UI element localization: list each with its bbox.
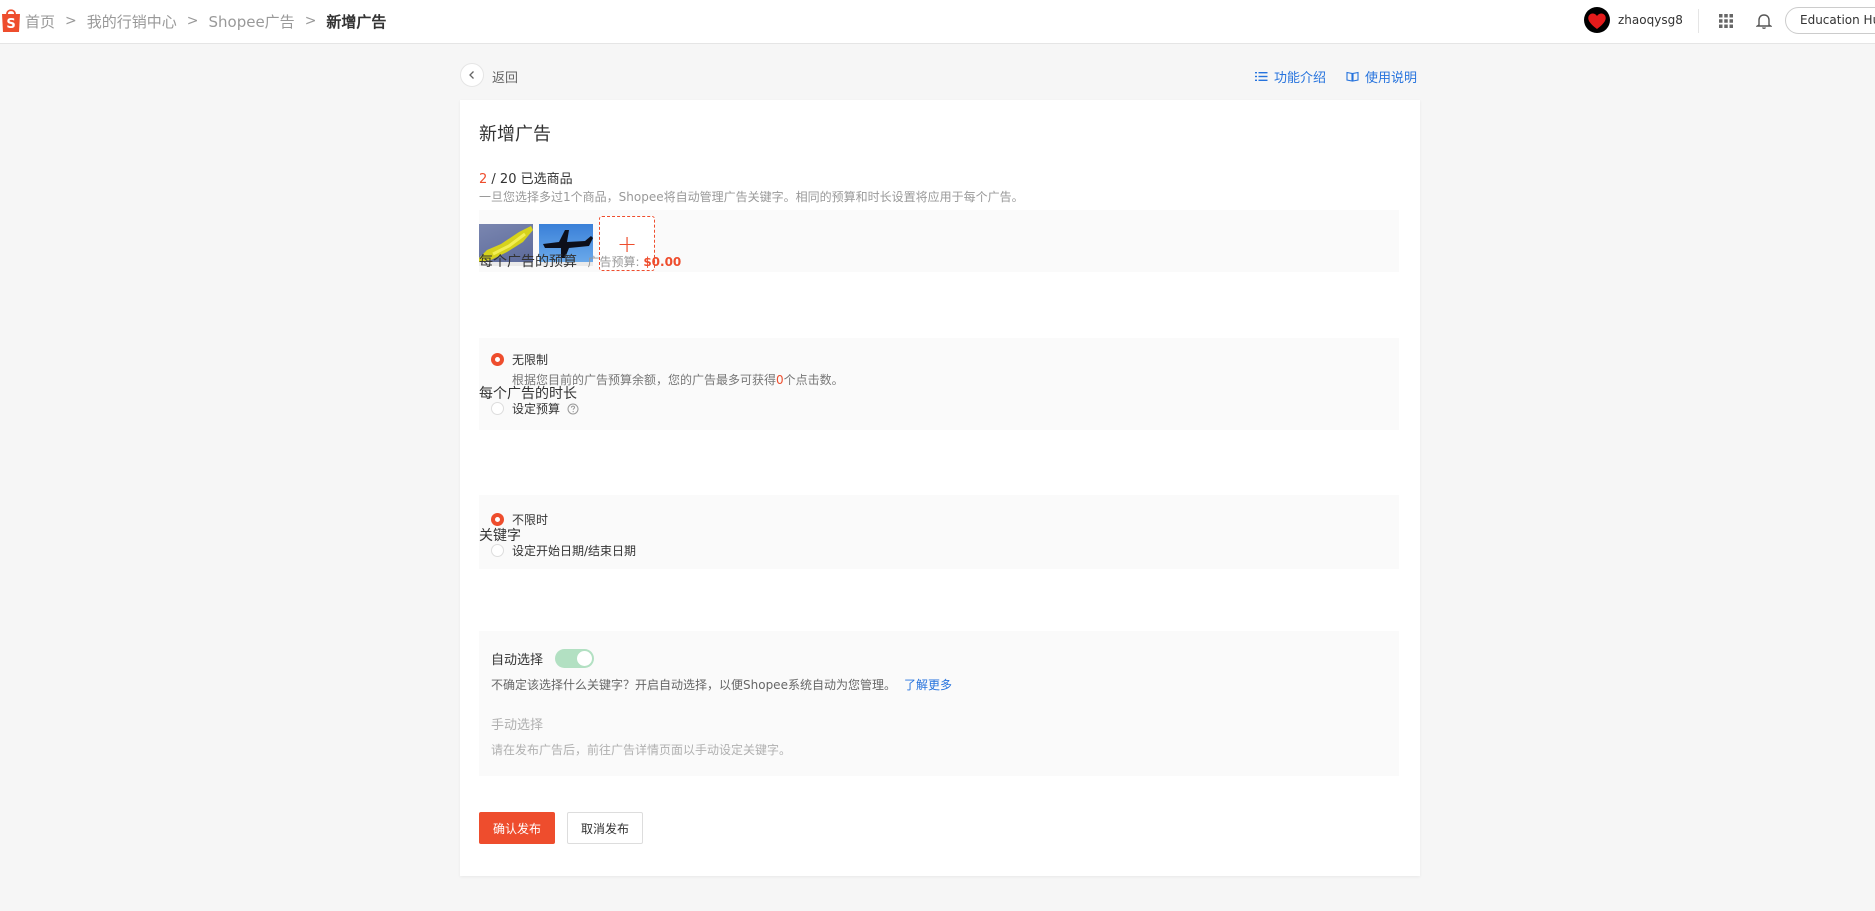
keywords-panel: 自动选择 不确定该选择什么关键字？开启自动选择，以便Shopee系统自动为您管理… — [479, 631, 1399, 776]
duration-set-dates-label: 设定开始日期/结束日期 — [512, 544, 637, 558]
chevron-right-icon: > — [65, 13, 77, 29]
cancel-publish-button[interactable]: 取消发布 — [567, 812, 643, 844]
breadcrumb-home[interactable]: 首页 — [25, 11, 55, 32]
radio-unselected-icon[interactable] — [491, 402, 504, 415]
budget-hint: 广告预算: $0.00 — [587, 255, 681, 269]
radio-unselected-icon[interactable] — [491, 544, 504, 557]
page-title: 新增广告 — [479, 124, 551, 145]
breadcrumb-shopee-ads[interactable]: Shopee广告 — [209, 11, 295, 32]
bell-icon[interactable] — [1755, 12, 1773, 34]
chevron-right-icon: > — [186, 13, 199, 29]
keywords-auto-label: 自动选择 — [491, 653, 544, 668]
keywords-auto-desc-text: 不确定该选择什么关键字？开启自动选择，以便Shopee系统自动为您管理。 — [491, 678, 896, 692]
keywords-manual-label: 手动选择 — [491, 718, 544, 733]
user-menu[interactable]: zhaoqysg8 — [1584, 7, 1683, 33]
budget-unlimited-label: 无限制 — [512, 353, 549, 367]
divider — [1698, 9, 1699, 33]
budget-title: 每个广告的预算 — [479, 254, 577, 270]
duration-panel: 不限时 设定开始日期/结束日期 — [479, 495, 1399, 569]
keywords-auto-toggle[interactable] — [555, 649, 595, 668]
avatar[interactable] — [1584, 7, 1610, 33]
learn-more-link[interactable]: 了解更多 — [904, 678, 952, 692]
radio-selected-icon[interactable] — [491, 353, 504, 366]
duration-section-title: 每个广告的时长 — [479, 386, 577, 402]
selected-count-total: / 20 已选商品 — [487, 172, 573, 187]
shopee-logo-icon[interactable]: S — [0, 7, 22, 33]
username[interactable]: zhaoqysg8 — [1618, 13, 1683, 27]
chevron-right-icon: > — [304, 13, 317, 29]
toggle-knob — [577, 651, 593, 666]
book-icon — [1346, 71, 1359, 82]
usage-guide-label: 使用说明 — [1365, 71, 1418, 86]
budget-panel: 无限制 根据您目前的广告预算余额，您的广告最多可获得0个点击数。 设定预算 — [479, 338, 1399, 430]
keywords-auto-desc: 不确定该选择什么关键字？开启自动选择，以便Shopee系统自动为您管理。 了解更多 — [491, 676, 952, 693]
keywords-manual-desc: 请在发布广告后，前往广告详情页面以手动设定关键字。 — [491, 743, 792, 757]
feature-intro-link[interactable]: 功能介绍 — [1255, 67, 1326, 86]
chevron-left-icon — [469, 71, 474, 79]
apps-grid-icon[interactable] — [1718, 13, 1734, 33]
breadcrumb-current: 新增广告 — [326, 12, 387, 31]
help-question-icon[interactable] — [567, 403, 579, 415]
selected-products-count: 2 / 20 已选商品 — [479, 168, 573, 187]
logo-letter: S — [6, 17, 15, 32]
back-button[interactable] — [460, 63, 484, 87]
selected-products-desc: 一旦您选择多过1个商品，Shopee将自动管理广告关键字。相同的预算和时长设置将… — [479, 190, 1024, 204]
budget-desc-suffix: 个点击数。 — [783, 373, 844, 387]
keywords-auto-row: 自动选择 — [491, 649, 595, 668]
budget-hint-amount: $0.00 — [643, 255, 682, 269]
usage-guide-link[interactable]: 使用说明 — [1346, 67, 1417, 86]
back-label[interactable]: 返回 — [492, 67, 518, 86]
top-navbar: S 首页 > 我的行销中心 > Shopee广告 > 新增广告 zhaoqysg… — [0, 0, 1875, 44]
education-hub-button[interactable]: Education Hub — [1785, 7, 1875, 34]
breadcrumb-marketing-centre[interactable]: 我的行销中心 — [87, 11, 177, 32]
help-links: 功能介绍 使用说明 — [1255, 67, 1437, 86]
keywords-section-title: 关键字 — [479, 528, 521, 544]
breadcrumb: 首页 > 我的行销中心 > Shopee广告 > 新增广告 — [25, 0, 386, 42]
budget-unlimited-option[interactable]: 无限制 — [491, 351, 548, 368]
budget-section-title: 每个广告的预算 广告预算: $0.00 — [479, 251, 681, 271]
feature-intro-label: 功能介绍 — [1274, 71, 1327, 86]
create-ad-card: 新增广告 2 / 20 已选商品 一旦您选择多过1个商品，Shopee将自动管理… — [460, 100, 1420, 876]
confirm-publish-button[interactable]: 确认发布 — [479, 812, 555, 844]
budget-hint-label: 广告预算: — [587, 255, 640, 269]
list-icon — [1255, 72, 1268, 81]
budget-desc-clicks: 0 — [776, 373, 784, 387]
